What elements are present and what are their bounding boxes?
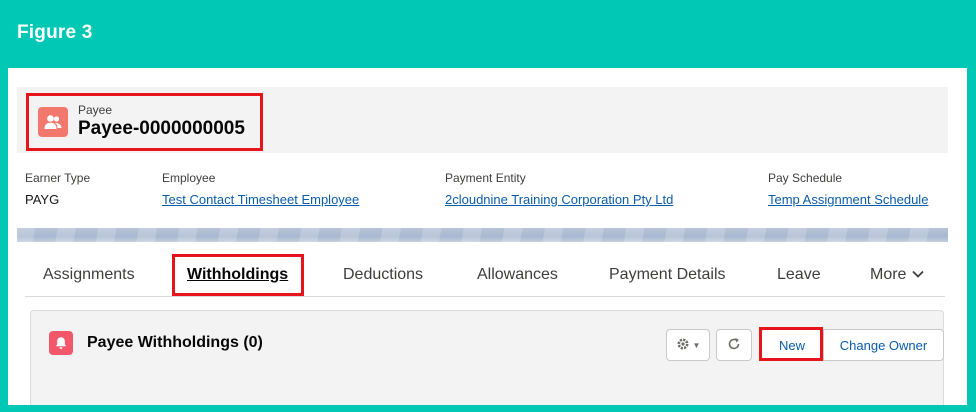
refresh-button[interactable] bbox=[716, 329, 752, 361]
highlight-box-record bbox=[26, 93, 263, 151]
field-link-employee[interactable]: Test Contact Timesheet Employee bbox=[162, 192, 359, 207]
chevron-down-icon bbox=[912, 266, 925, 281]
field-label-earner-type: Earner Type bbox=[25, 171, 91, 185]
record-page: Payee Payee-0000000005 Earner Type PAYG … bbox=[8, 68, 967, 405]
field-label-payment-entity: Payment Entity bbox=[445, 171, 526, 185]
caret-down-icon: ▼ bbox=[692, 340, 701, 350]
header-divider-band bbox=[17, 228, 948, 242]
change-owner-button[interactable]: Change Owner bbox=[823, 329, 944, 361]
tabs-underline bbox=[25, 296, 945, 297]
list-settings-button[interactable]: ▼ bbox=[666, 329, 710, 361]
highlight-box-withholdings bbox=[172, 254, 304, 296]
field-link-payment-entity[interactable]: 2cloudnine Training Corporation Pty Ltd bbox=[445, 192, 673, 207]
refresh-icon bbox=[727, 337, 741, 354]
bell-icon bbox=[49, 331, 73, 355]
field-label-pay-schedule: Pay Schedule bbox=[768, 171, 843, 185]
figure-frame: Figure 3 Payee Payee-0000000005 Earner T… bbox=[0, 0, 976, 412]
tab-allowances[interactable]: Allowances bbox=[477, 266, 558, 284]
tab-deductions[interactable]: Deductions bbox=[343, 266, 423, 284]
tab-leave[interactable]: Leave bbox=[777, 266, 821, 284]
figure-title: Figure 3 bbox=[17, 22, 93, 43]
tab-more-label: More bbox=[870, 266, 907, 283]
highlight-box-new bbox=[759, 327, 823, 361]
field-value-earner-type: PAYG bbox=[25, 192, 60, 207]
field-link-pay-schedule[interactable]: Temp Assignment Schedule bbox=[768, 192, 928, 207]
tab-assignments[interactable]: Assignments bbox=[43, 266, 135, 284]
tab-payment-details[interactable]: Payment Details bbox=[609, 266, 726, 284]
gear-icon bbox=[676, 337, 690, 354]
related-list-title: Payee Withholdings (0) bbox=[87, 334, 263, 351]
tab-more[interactable]: More bbox=[870, 266, 925, 284]
field-label-employee: Employee bbox=[162, 171, 216, 185]
